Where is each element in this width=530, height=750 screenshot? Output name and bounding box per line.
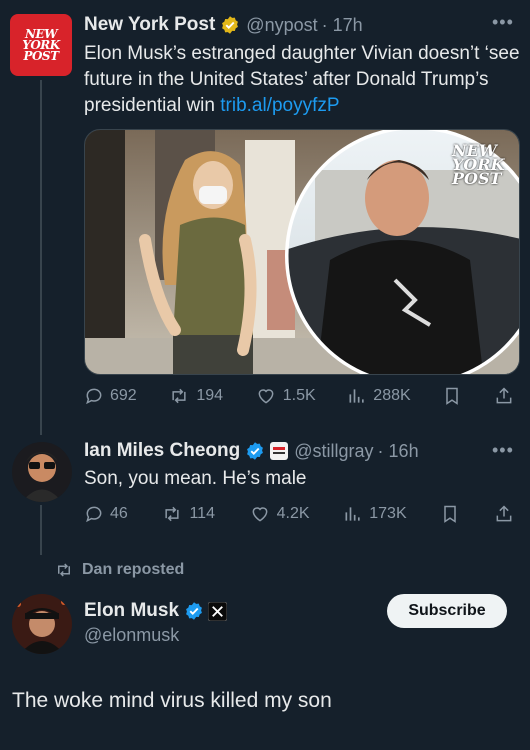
tweet1-actions: 692 194 1.5K 288K (84, 386, 514, 406)
like-icon (258, 389, 274, 404)
share-button[interactable] (494, 504, 514, 524)
repost-count: 114 (189, 505, 215, 522)
share-icon (496, 505, 512, 522)
repost-button[interactable]: 114 (161, 504, 215, 524)
avatar[interactable] (12, 442, 72, 502)
bookmark-button[interactable] (442, 386, 462, 406)
avatar-logo-line: POST (23, 48, 59, 63)
tweet2-actions: 46 114 4.2K 173K (84, 504, 514, 524)
tweet2-text: Son, you mean. He’s male (84, 468, 307, 489)
reply-count: 692 (110, 387, 137, 404)
bookmark-icon (444, 505, 457, 523)
tweet2-header: Ian Miles Cheong @stillgray · 16h (84, 440, 419, 462)
author-handle[interactable]: @elonmusk (84, 625, 179, 646)
avatar-image (12, 442, 72, 502)
verified-blue-icon (247, 442, 264, 460)
repost-icon (58, 563, 70, 577)
bookmark-icon (446, 387, 459, 405)
tweet3-text: The woke mind virus killed my son (12, 689, 332, 712)
views-icon (345, 507, 360, 521)
reply-icon (86, 388, 102, 405)
thread-line-2 (40, 505, 42, 555)
share-button[interactable] (494, 386, 514, 406)
share-icon (496, 387, 512, 404)
reply-icon (86, 506, 102, 523)
verified-blue-icon (186, 602, 202, 620)
tweet-time[interactable]: · 17h (322, 15, 363, 36)
views-count: 173K (369, 505, 407, 522)
tweet3-header: Elon Musk (84, 600, 228, 622)
repost-indicator: Dan reposted (54, 561, 184, 579)
author-name[interactable]: Ian Miles Cheong (84, 440, 240, 462)
author-name[interactable]: New York Post (84, 14, 215, 36)
like-icon (252, 507, 268, 522)
views-count: 288K (373, 387, 411, 404)
more-icon[interactable]: ••• (492, 12, 514, 33)
tweet-media[interactable]: NEW YORK POST (84, 129, 520, 375)
like-button[interactable]: 4.2K (249, 504, 310, 524)
affiliate-badge-icon (270, 442, 289, 460)
author-name[interactable]: Elon Musk (84, 600, 179, 622)
verified-gold-icon (222, 16, 239, 34)
media-watermark: NEW YORK POST (452, 143, 505, 188)
like-button[interactable]: 1.5K (255, 386, 316, 406)
nypost-avatar[interactable]: NEW YORK POST (10, 14, 72, 76)
x-affiliate-icon (208, 601, 228, 621)
bookmark-button[interactable] (440, 504, 460, 524)
author-handle[interactable]: @nypost (246, 15, 317, 36)
views-icon (349, 389, 364, 403)
like-count: 1.5K (282, 387, 316, 404)
reply-button[interactable]: 692 (84, 386, 137, 406)
subscribe-button[interactable]: Subscribe (387, 594, 507, 628)
tweet-link[interactable]: trib.al/poyyfzP (220, 95, 339, 116)
views-button[interactable]: 288K (347, 386, 411, 406)
tweet1-text: Elon Musk’s estranged daughter Vivian do… (84, 41, 524, 119)
reply-button[interactable]: 46 (84, 504, 128, 524)
tweet1-header: New York Post @nypost · 17h (84, 14, 363, 36)
thread-line-1 (40, 80, 42, 435)
more-icon[interactable]: ••• (492, 440, 514, 461)
author-handle[interactable]: @stillgray (294, 441, 373, 462)
watermark-line: POST (452, 169, 502, 188)
avatar-image (12, 594, 72, 654)
repost-icon (172, 388, 186, 404)
repost-button[interactable]: 194 (168, 386, 223, 406)
repost-label[interactable]: Dan reposted (82, 561, 184, 579)
like-count: 4.2K (276, 505, 310, 522)
repost-count: 194 (196, 387, 224, 404)
avatar[interactable] (12, 594, 72, 654)
tweet-time[interactable]: · 16h (378, 441, 419, 462)
views-button[interactable]: 173K (343, 504, 407, 524)
repost-icon (165, 506, 180, 522)
reply-count: 46 (110, 505, 128, 522)
